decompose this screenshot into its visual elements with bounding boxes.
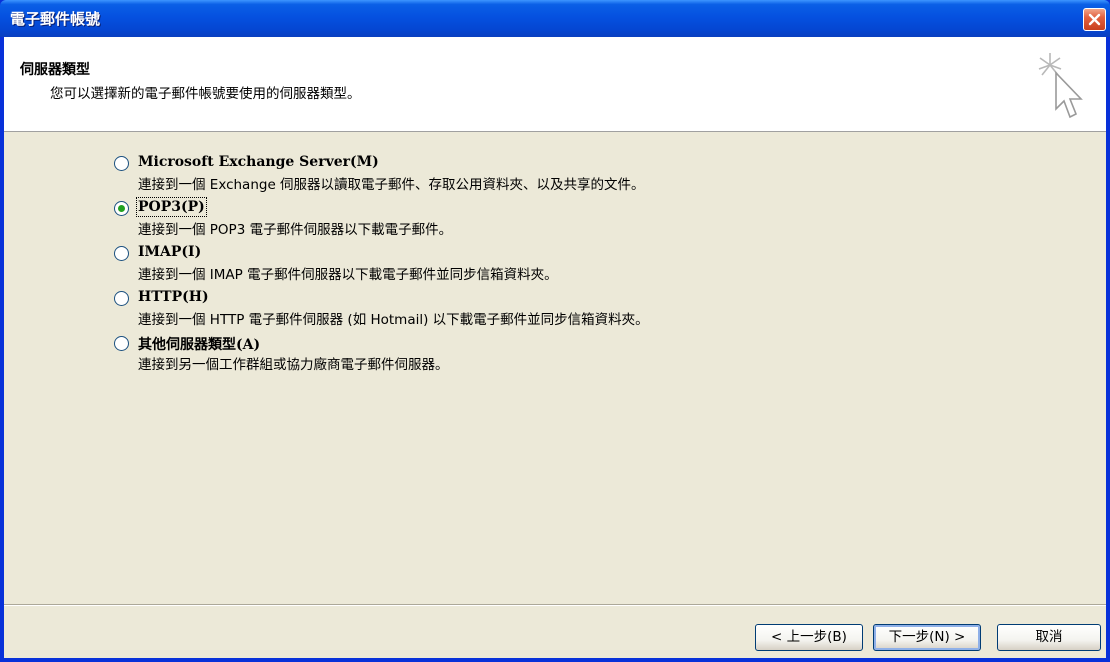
option-description-other: 連接到另一個工作群組或協力廠商電子郵件伺服器。	[138, 357, 449, 373]
close-button[interactable]	[1083, 8, 1106, 31]
back-button[interactable]: < 上一步(B)	[755, 624, 863, 651]
close-icon	[1088, 13, 1101, 26]
radio-http[interactable]	[114, 291, 129, 306]
option-label-imap[interactable]: IMAP(I)	[138, 244, 201, 260]
page-subtitle: 您可以選擇新的電子郵件帳號要使用的伺服器類型。	[50, 86, 361, 102]
option-description-imap: 連接到一個 IMAP 電子郵件伺服器以下載電子郵件並同步信箱資料夾。	[138, 267, 558, 283]
radio-exchange[interactable]	[114, 156, 129, 171]
option-description-pop3: 連接到一個 POP3 電子郵件伺服器以下載電子郵件。	[138, 222, 453, 238]
option-label-http[interactable]: HTTP(H)	[138, 289, 209, 305]
title-bar: 電子郵件帳號	[0, 0, 1110, 37]
radio-pop3[interactable]	[114, 201, 129, 216]
next-button[interactable]: 下一步(N) >	[873, 624, 981, 651]
option-description-http: 連接到一個 HTTP 電子郵件伺服器 (如 Hotmail) 以下載電子郵件並同…	[138, 312, 649, 328]
option-pop3: POP3(P) 連接到一個 POP3 電子郵件伺服器以下載電子郵件。	[114, 197, 734, 243]
option-label-pop3[interactable]: POP3(P)	[136, 197, 207, 217]
option-description-exchange: 連接到一個 Exchange 伺服器以讀取電子郵件、存取公用資料夾、以及共享的文…	[138, 177, 645, 193]
server-type-options: Microsoft Exchange Server(M) 連接到一個 Excha…	[114, 153, 734, 378]
window-title: 電子郵件帳號	[10, 10, 101, 28]
wizard-header: 伺服器類型 您可以選擇新的電子郵件帳號要使用的伺服器類型。	[4, 37, 1106, 132]
radio-other[interactable]	[114, 336, 129, 351]
option-label-exchange[interactable]: Microsoft Exchange Server(M)	[138, 154, 379, 170]
option-imap: IMAP(I) 連接到一個 IMAP 電子郵件伺服器以下載電子郵件並同步信箱資料…	[114, 243, 734, 288]
dialog-client-area: 伺服器類型 您可以選擇新的電子郵件帳號要使用的伺服器類型。 Microsoft …	[4, 37, 1106, 658]
option-http: HTTP(H) 連接到一個 HTTP 電子郵件伺服器 (如 Hotmail) 以…	[114, 288, 734, 333]
dialog-window: 電子郵件帳號 伺服器類型 您可以選擇新的電子郵件帳號要使用的伺服器類型。 Mic…	[0, 0, 1110, 662]
page-title: 伺服器類型	[20, 62, 90, 78]
footer-divider	[4, 604, 1106, 606]
cursor-sparkle-icon	[1038, 53, 1083, 119]
option-label-other[interactable]: 其他伺服器類型(A)	[138, 334, 260, 354]
option-other: 其他伺服器類型(A) 連接到另一個工作群組或協力廠商電子郵件伺服器。	[114, 333, 734, 378]
option-exchange: Microsoft Exchange Server(M) 連接到一個 Excha…	[114, 153, 734, 198]
radio-selected-dot	[118, 205, 125, 212]
radio-imap[interactable]	[114, 246, 129, 261]
cancel-button[interactable]: 取消	[997, 624, 1101, 651]
